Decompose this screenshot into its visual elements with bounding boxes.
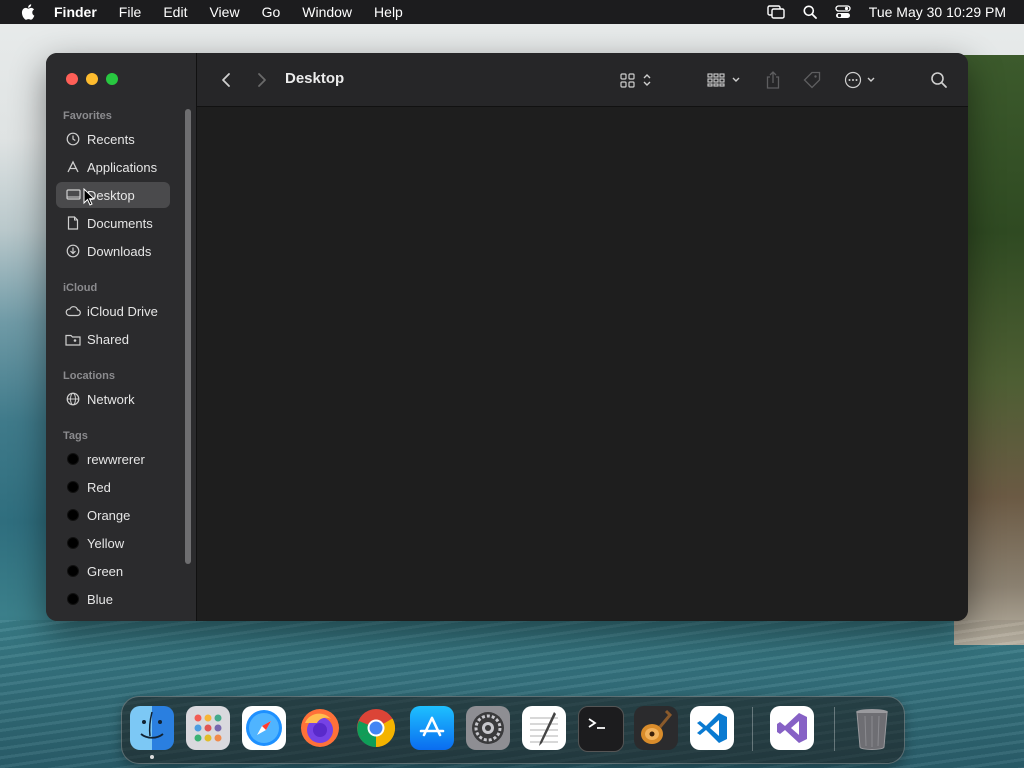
sidebar-tag-rewwrerer[interactable]: rewwrerer: [56, 446, 170, 472]
sidebar-item-label: Blue: [87, 591, 114, 607]
applications-icon: [64, 158, 82, 176]
toolbar: Desktop: [197, 53, 968, 107]
trash-icon[interactable]: [850, 706, 894, 750]
tag-dot-icon: [64, 450, 82, 468]
sidebar-tag-green[interactable]: Green: [56, 558, 170, 584]
visual-studio-icon[interactable]: [770, 706, 814, 750]
menu-bar-clock[interactable]: Tue May 30 10:29 PM: [869, 4, 1006, 20]
group-icon[interactable]: [705, 67, 745, 93]
sidebar-item-label: Applications: [87, 159, 158, 175]
sidebar-tag-blue[interactable]: Blue: [56, 586, 170, 612]
sidebar-scrollbar[interactable]: [185, 109, 191, 564]
section-favorites: Favorites: [63, 110, 112, 122]
sidebar-item-recents[interactable]: Recents: [56, 126, 170, 152]
sidebar-item-label: Documents: [87, 215, 153, 231]
sidebar-item-downloads[interactable]: Downloads: [56, 238, 170, 264]
sidebar-item-label: Shared: [87, 331, 129, 347]
close-button[interactable]: [66, 73, 78, 85]
sidebar-item-documents[interactable]: Documents: [56, 210, 170, 236]
sidebar-item-label: Red: [87, 479, 111, 495]
safari-icon[interactable]: [242, 706, 286, 750]
firefox-icon[interactable]: [298, 706, 342, 750]
globe-icon: [64, 390, 82, 408]
sidebar-item-label: Yellow: [87, 535, 125, 551]
dock-separator: [752, 707, 753, 751]
sidebar-item-label: Orange: [87, 507, 131, 523]
spotlight-search-icon[interactable]: [803, 5, 817, 19]
share-icon[interactable]: [761, 67, 785, 93]
app-store-icon[interactable]: [410, 706, 454, 750]
textedit-icon[interactable]: [522, 706, 566, 750]
desktop-icon: [64, 186, 82, 204]
sidebar-item-label: Recents: [87, 131, 135, 147]
sidebar-item-icloud-drive[interactable]: iCloud Drive: [56, 298, 170, 324]
terminal-icon[interactable]: [578, 706, 624, 752]
menu-file[interactable]: File: [119, 4, 142, 20]
tag-dot-icon: [64, 478, 82, 496]
menu-view[interactable]: View: [209, 4, 239, 20]
section-icloud: iCloud: [63, 282, 98, 294]
forward-icon[interactable]: [251, 67, 273, 93]
apple-menu-icon[interactable]: [18, 4, 38, 20]
file-browser-content[interactable]: [197, 107, 968, 621]
sidebar-item-label: rewwrerer: [87, 451, 145, 467]
menu-help[interactable]: Help: [374, 4, 403, 20]
back-icon[interactable]: [215, 67, 237, 93]
menu-window[interactable]: Window: [302, 4, 352, 20]
window-controls: [66, 73, 126, 85]
sidebar-tag-orange[interactable]: Orange: [56, 502, 170, 528]
search-icon[interactable]: [927, 67, 951, 93]
icon-view-icon[interactable]: [617, 67, 657, 93]
maximize-button[interactable]: [106, 73, 118, 85]
sidebar: Favorites Recents Applications Desktop D…: [46, 53, 197, 621]
sidebar-tag-red[interactable]: Red: [56, 474, 170, 500]
window-title: Desktop: [285, 70, 345, 87]
control-center-icon[interactable]: [835, 5, 851, 19]
minimize-button[interactable]: [86, 73, 98, 85]
document-icon: [64, 214, 82, 232]
dock: [121, 696, 905, 764]
mouse-cursor-icon: [83, 187, 96, 211]
sidebar-item-label: Green: [87, 563, 124, 579]
tag-dot-icon: [64, 562, 82, 580]
sidebar-item-label: iCloud Drive: [87, 303, 158, 319]
sidebar-item-desktop[interactable]: Desktop: [56, 182, 170, 208]
shared-folder-icon: [64, 330, 82, 348]
finder-window: Favorites Recents Applications Desktop D…: [46, 53, 968, 621]
running-indicator: [150, 755, 154, 759]
menu-bar: Finder File Edit View Go Window Help Tue…: [0, 0, 1024, 24]
more-actions-icon[interactable]: [842, 67, 882, 93]
cloud-icon: [64, 302, 82, 320]
sidebar-item-shared[interactable]: Shared: [56, 326, 170, 352]
tag-dot-icon: [64, 590, 82, 608]
sidebar-tag-yellow[interactable]: Yellow: [56, 530, 170, 556]
download-icon: [64, 242, 82, 260]
chrome-icon[interactable]: [354, 706, 398, 750]
tag-dot-icon: [64, 506, 82, 524]
clock-icon: [64, 130, 82, 148]
menu-go[interactable]: Go: [262, 4, 281, 20]
system-settings-icon[interactable]: [466, 706, 510, 750]
tag-icon[interactable]: [800, 67, 824, 93]
vscode-icon[interactable]: [690, 706, 734, 750]
sidebar-item-label: Network: [87, 391, 135, 407]
section-locations: Locations: [63, 370, 115, 382]
section-tags: Tags: [63, 430, 88, 442]
sidebar-item-label: Downloads: [87, 243, 152, 259]
screen-mirroring-icon[interactable]: [767, 5, 785, 19]
garageband-icon[interactable]: [634, 706, 678, 750]
launchpad-icon[interactable]: [186, 706, 230, 750]
tag-dot-icon: [64, 534, 82, 552]
sidebar-item-applications[interactable]: Applications: [56, 154, 170, 180]
dock-separator: [834, 707, 835, 751]
finder-icon[interactable]: [130, 706, 174, 750]
menu-edit[interactable]: Edit: [163, 4, 187, 20]
menu-finder[interactable]: Finder: [54, 4, 97, 20]
sidebar-item-network[interactable]: Network: [56, 386, 170, 412]
